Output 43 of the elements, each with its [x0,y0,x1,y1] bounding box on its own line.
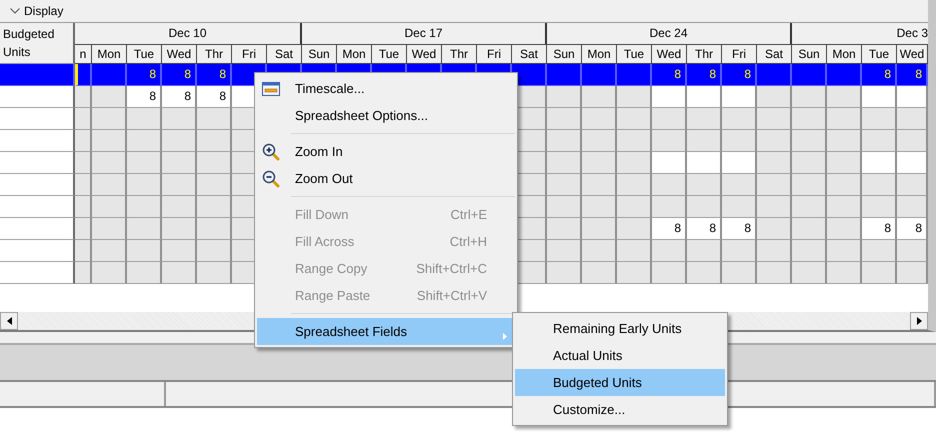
column-header: Wed [407,44,442,64]
column-header: n [75,44,92,64]
table-cell: 8 [652,218,687,240]
table-cell: 8 [687,218,722,240]
column-header: Fri [232,44,267,64]
table-cell: 8 [197,86,232,108]
table-cell: 8 [162,86,197,108]
column-header: Fri [722,44,757,64]
column-header: Budgeted Units [0,23,75,64]
table-cell: 8 [897,218,928,240]
table-cell: 8 [862,64,897,86]
column-header: Tue [617,44,652,64]
column-header: Tue [372,44,407,64]
table-cell: 8 [687,64,722,86]
table-cell: 8 [722,218,757,240]
table-cell: 8 [127,64,162,86]
column-header: Thr [197,44,232,64]
column-header: Wed [652,44,687,64]
column-header: Wed [162,44,197,64]
column-header: Fri [477,44,512,64]
column-header: Sat [512,44,547,64]
column-header: Sat [267,44,302,64]
column-header: Mon [92,44,127,64]
column-header: Tue [862,44,897,64]
column-header: Wed [897,44,928,64]
column-header: Thr [442,44,477,64]
column-header: Mon [582,44,617,64]
column-header: Tue [127,44,162,64]
column-header: Mon [827,44,862,64]
table-cell: 8 [862,218,897,240]
table-cell: 8 [897,64,928,86]
table-cell: 8 [197,64,232,86]
column-header: Sun [792,44,827,64]
column-header: Sun [302,44,337,64]
table-cell: 8 [162,64,197,86]
table-cell: 8 [652,64,687,86]
column-header: Mon [337,44,372,64]
column-header: Sun [547,44,582,64]
column-header: Thr [687,44,722,64]
table-cell: 8 [127,86,162,108]
column-header: Dec 3 [896,25,928,42]
column-header: Sat [757,44,792,64]
table-cell: 8 [722,64,757,86]
